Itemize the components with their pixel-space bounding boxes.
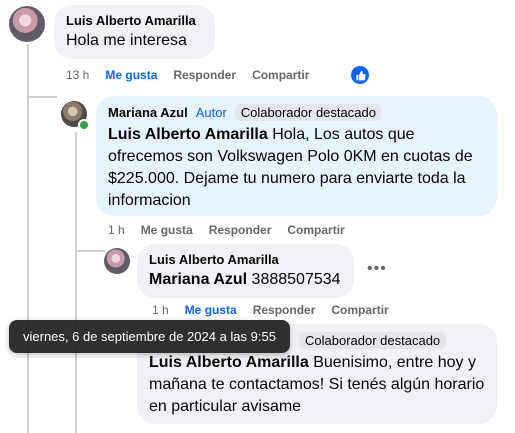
like-button[interactable]: Me gusta bbox=[105, 68, 157, 82]
comment-bubble-1: Luis Alberto Amarilla Hola me interesa bbox=[54, 5, 215, 59]
share-button[interactable]: Compartir bbox=[287, 223, 344, 237]
thread-line-main bbox=[27, 44, 29, 433]
like-button[interactable]: Me gusta bbox=[185, 303, 237, 317]
author-role-badge: Autor bbox=[195, 105, 227, 120]
reply-button[interactable]: Responder bbox=[253, 303, 316, 317]
comment-text: Luis Alberto Amarilla Hola, Los autos qu… bbox=[108, 124, 485, 212]
comment-bubble-2: Mariana Azul Autor Colaborador destacado… bbox=[96, 96, 497, 216]
comment-text: Hola me interesa bbox=[66, 32, 187, 49]
comment-actions-2: 1 h Me gusta Responder Compartir bbox=[108, 223, 345, 237]
thumbs-up-icon[interactable] bbox=[351, 66, 369, 84]
mention-link[interactable]: Luis Alberto Amarilla bbox=[108, 126, 268, 143]
mention-link[interactable]: Luis Alberto Amarilla bbox=[149, 354, 309, 371]
thread-line-branch-2 bbox=[75, 250, 105, 252]
comment-body: 3888507534 bbox=[251, 271, 341, 288]
comment-author[interactable]: Luis Alberto Amarilla bbox=[149, 252, 342, 267]
timestamp-tooltip: viernes, 6 de septiembre de 2024 a las 9… bbox=[9, 320, 290, 353]
comment-actions-3: 1 h Me gusta Responder Compartir bbox=[152, 303, 389, 317]
comment-text: Luis Alberto Amarilla Buenisimo, entre h… bbox=[149, 352, 485, 418]
avatar-luis[interactable] bbox=[9, 6, 45, 42]
thread-line-branch-1 bbox=[27, 96, 57, 98]
comment-time[interactable]: 1 h bbox=[152, 303, 169, 317]
comment-text: Mariana Azul 3888507534 bbox=[149, 269, 342, 291]
mention-link[interactable]: Mariana Azul bbox=[149, 271, 247, 288]
top-contributor-badge[interactable]: Colaborador destacado bbox=[299, 332, 447, 349]
more-horizontal-icon[interactable]: ••• bbox=[367, 260, 387, 278]
online-status-icon bbox=[78, 119, 90, 131]
reply-button[interactable]: Responder bbox=[209, 223, 272, 237]
like-button[interactable]: Me gusta bbox=[141, 223, 193, 237]
share-button[interactable]: Compartir bbox=[252, 68, 309, 82]
thread-line-sub bbox=[75, 132, 77, 433]
comment-actions-1: 13 h Me gusta Responder Compartir bbox=[66, 68, 309, 82]
reply-button[interactable]: Responder bbox=[173, 68, 236, 82]
comment-author[interactable]: Luis Alberto Amarilla bbox=[66, 13, 203, 28]
comment-bubble-3: Luis Alberto Amarilla Mariana Azul 38885… bbox=[137, 244, 354, 298]
comment-author[interactable]: Mariana Azul bbox=[108, 105, 188, 120]
share-button[interactable]: Compartir bbox=[331, 303, 388, 317]
comment-time[interactable]: 1 h bbox=[108, 223, 125, 237]
top-contributor-badge[interactable]: Colaborador destacado bbox=[234, 104, 382, 121]
comment-time[interactable]: 13 h bbox=[66, 68, 89, 82]
avatar-luis[interactable] bbox=[104, 248, 130, 274]
